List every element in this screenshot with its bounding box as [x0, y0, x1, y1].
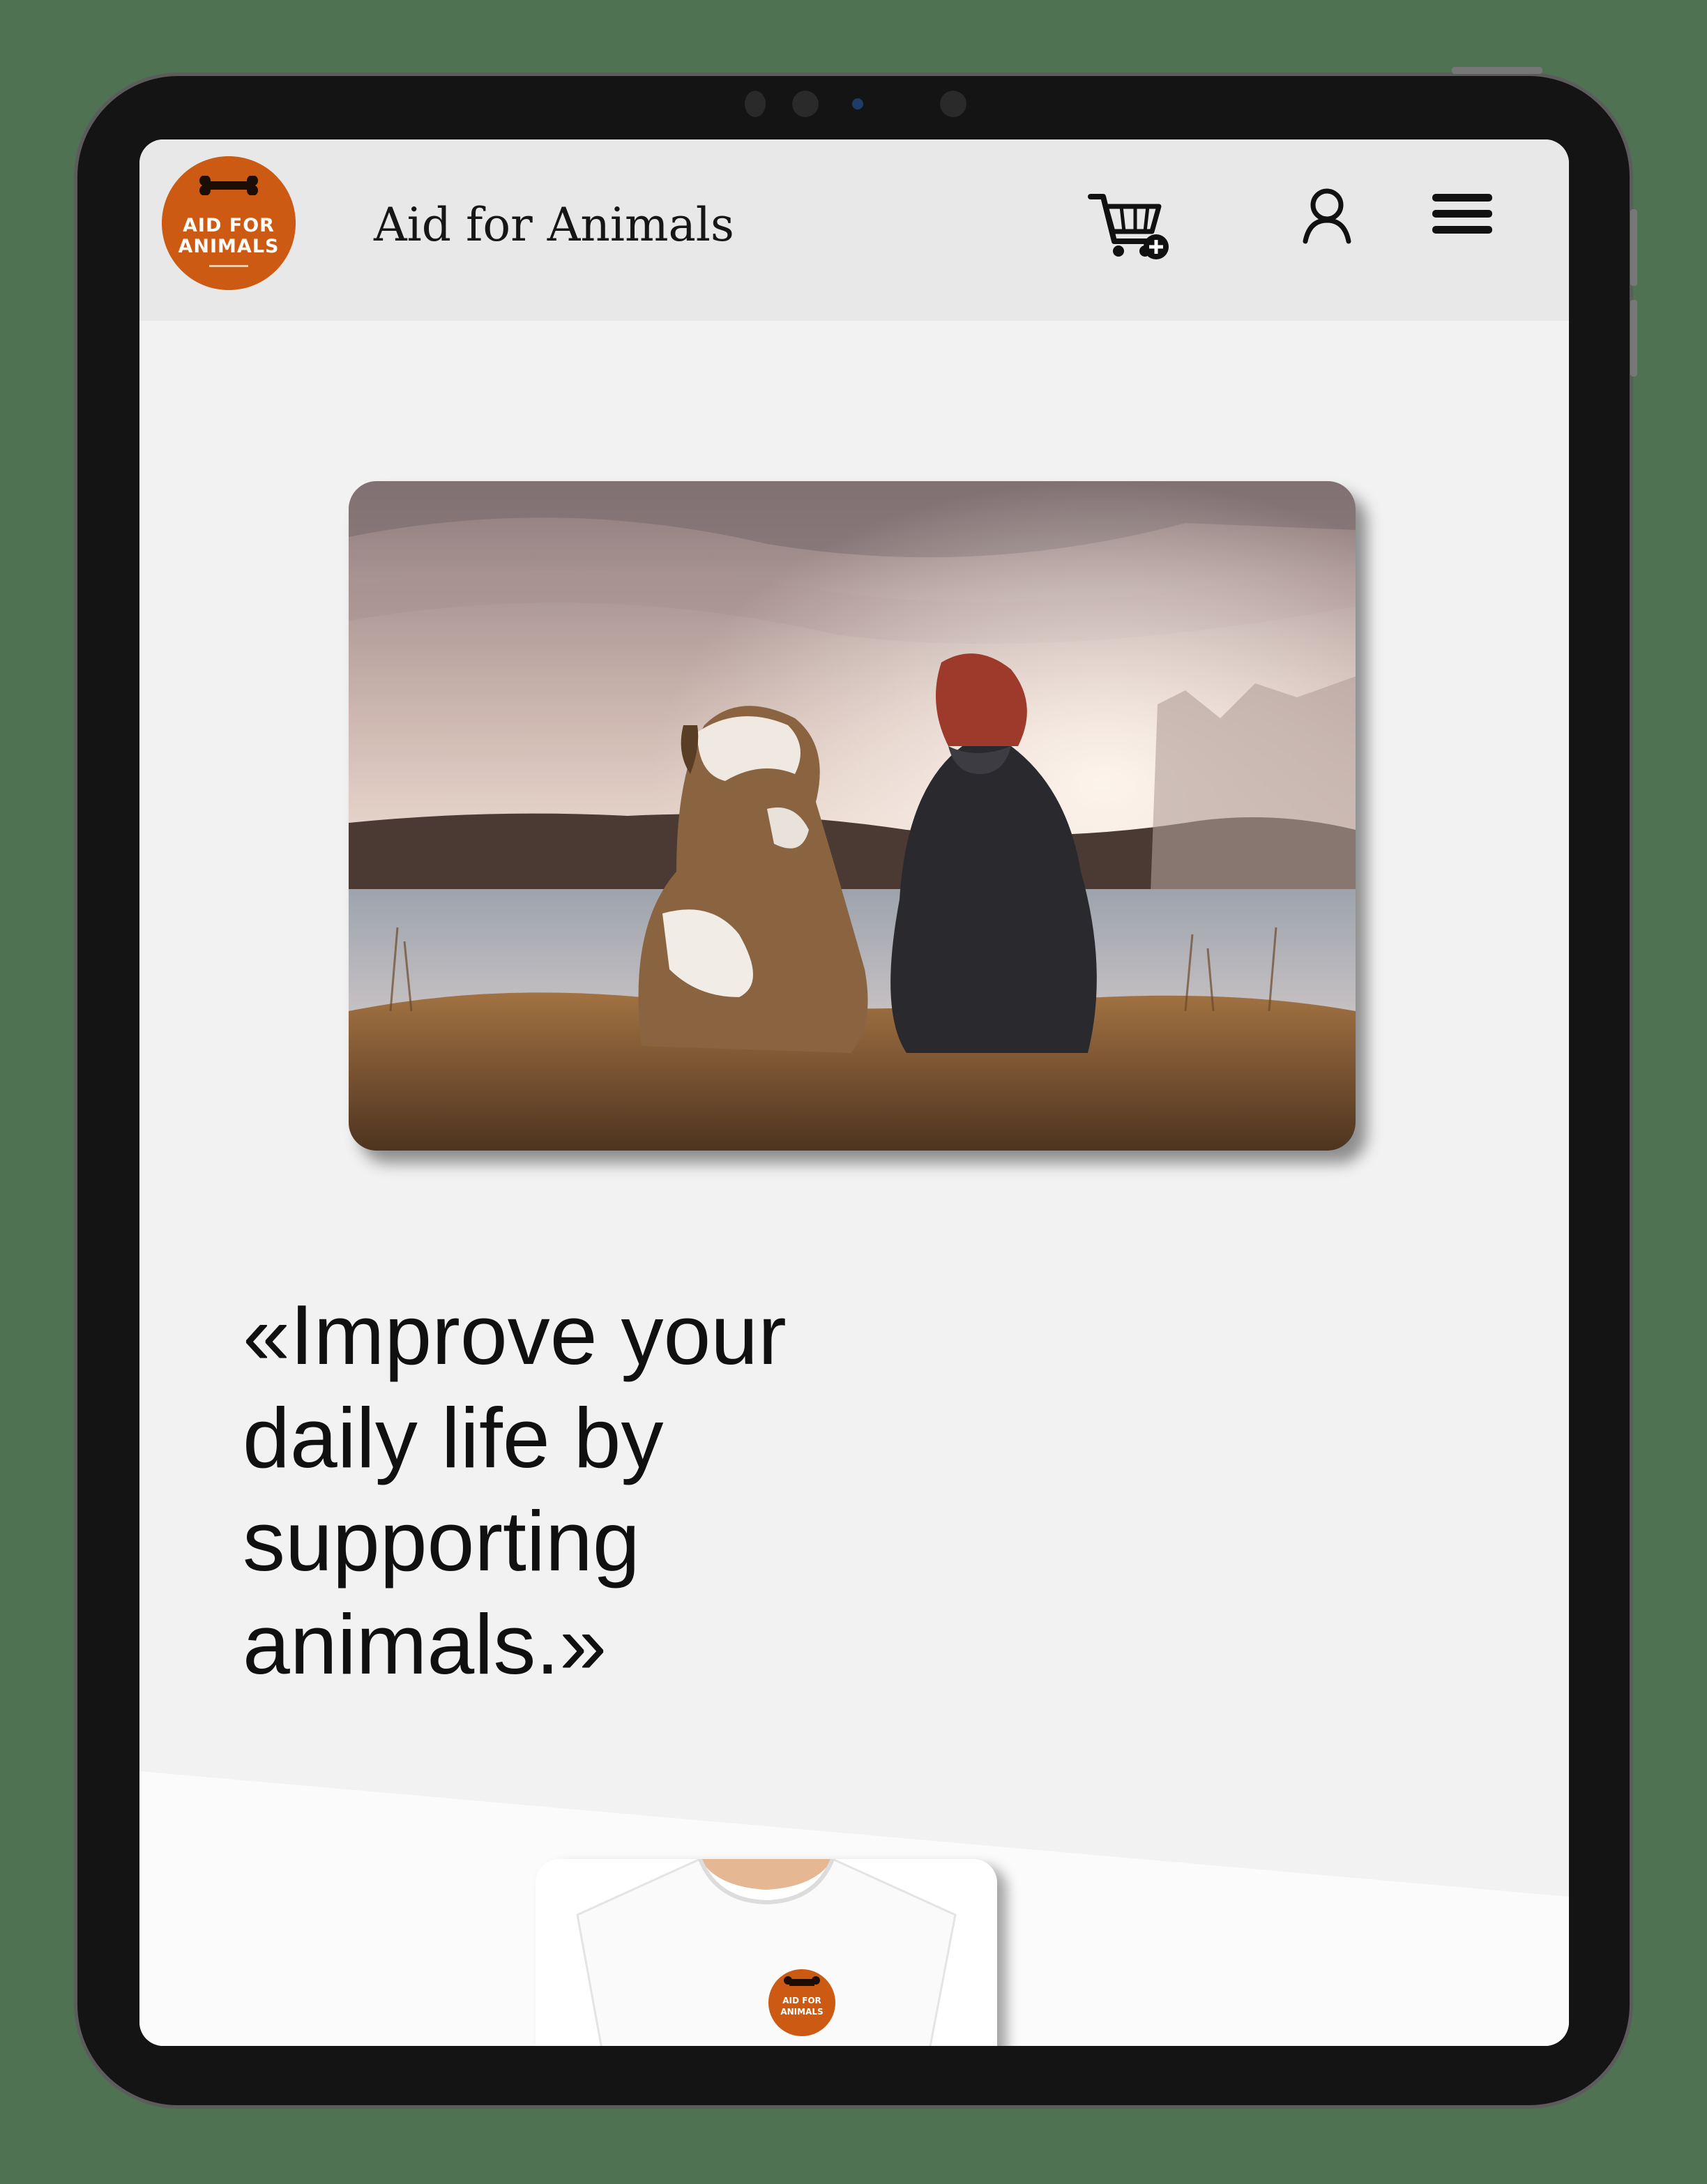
product-card-tshirt[interactable]: AID FOR ANIMALS: [536, 1859, 997, 2046]
user-icon[interactable]: [1296, 185, 1358, 248]
tshirt-logo-line1: AID FOR: [782, 1996, 821, 2005]
hero-image: [349, 481, 1356, 1151]
bone-icon: [199, 176, 258, 195]
hero-quote: «Improve your daily life by supporting a…: [243, 1287, 787, 1692]
cart-plus-icon[interactable]: [1086, 183, 1177, 273]
logo-underline: [209, 265, 248, 267]
hamburger-menu-icon[interactable]: [1429, 187, 1499, 250]
device-side-button: [1630, 300, 1637, 377]
logo-text-line2: ANIMALS: [178, 236, 280, 257]
camera-dot: [940, 91, 966, 117]
screen: AID FOR ANIMALS Aid for Animals «Improve…: [139, 139, 1569, 2046]
camera-dot: [745, 91, 766, 117]
site-logo[interactable]: AID FOR ANIMALS: [162, 156, 296, 290]
site-header: AID FOR ANIMALS Aid for Animals: [139, 139, 1569, 321]
site-title[interactable]: Aid for Animals: [374, 198, 734, 252]
device-side-button: [1630, 209, 1637, 286]
device-top-button: [1452, 67, 1542, 74]
camera-dot: [792, 91, 819, 117]
tshirt-image: [576, 1859, 957, 2046]
logo-text-line1: AID FOR: [183, 215, 275, 236]
camera-lens: [852, 98, 863, 109]
tshirt-logo-line2: ANIMALS: [780, 2007, 824, 2017]
